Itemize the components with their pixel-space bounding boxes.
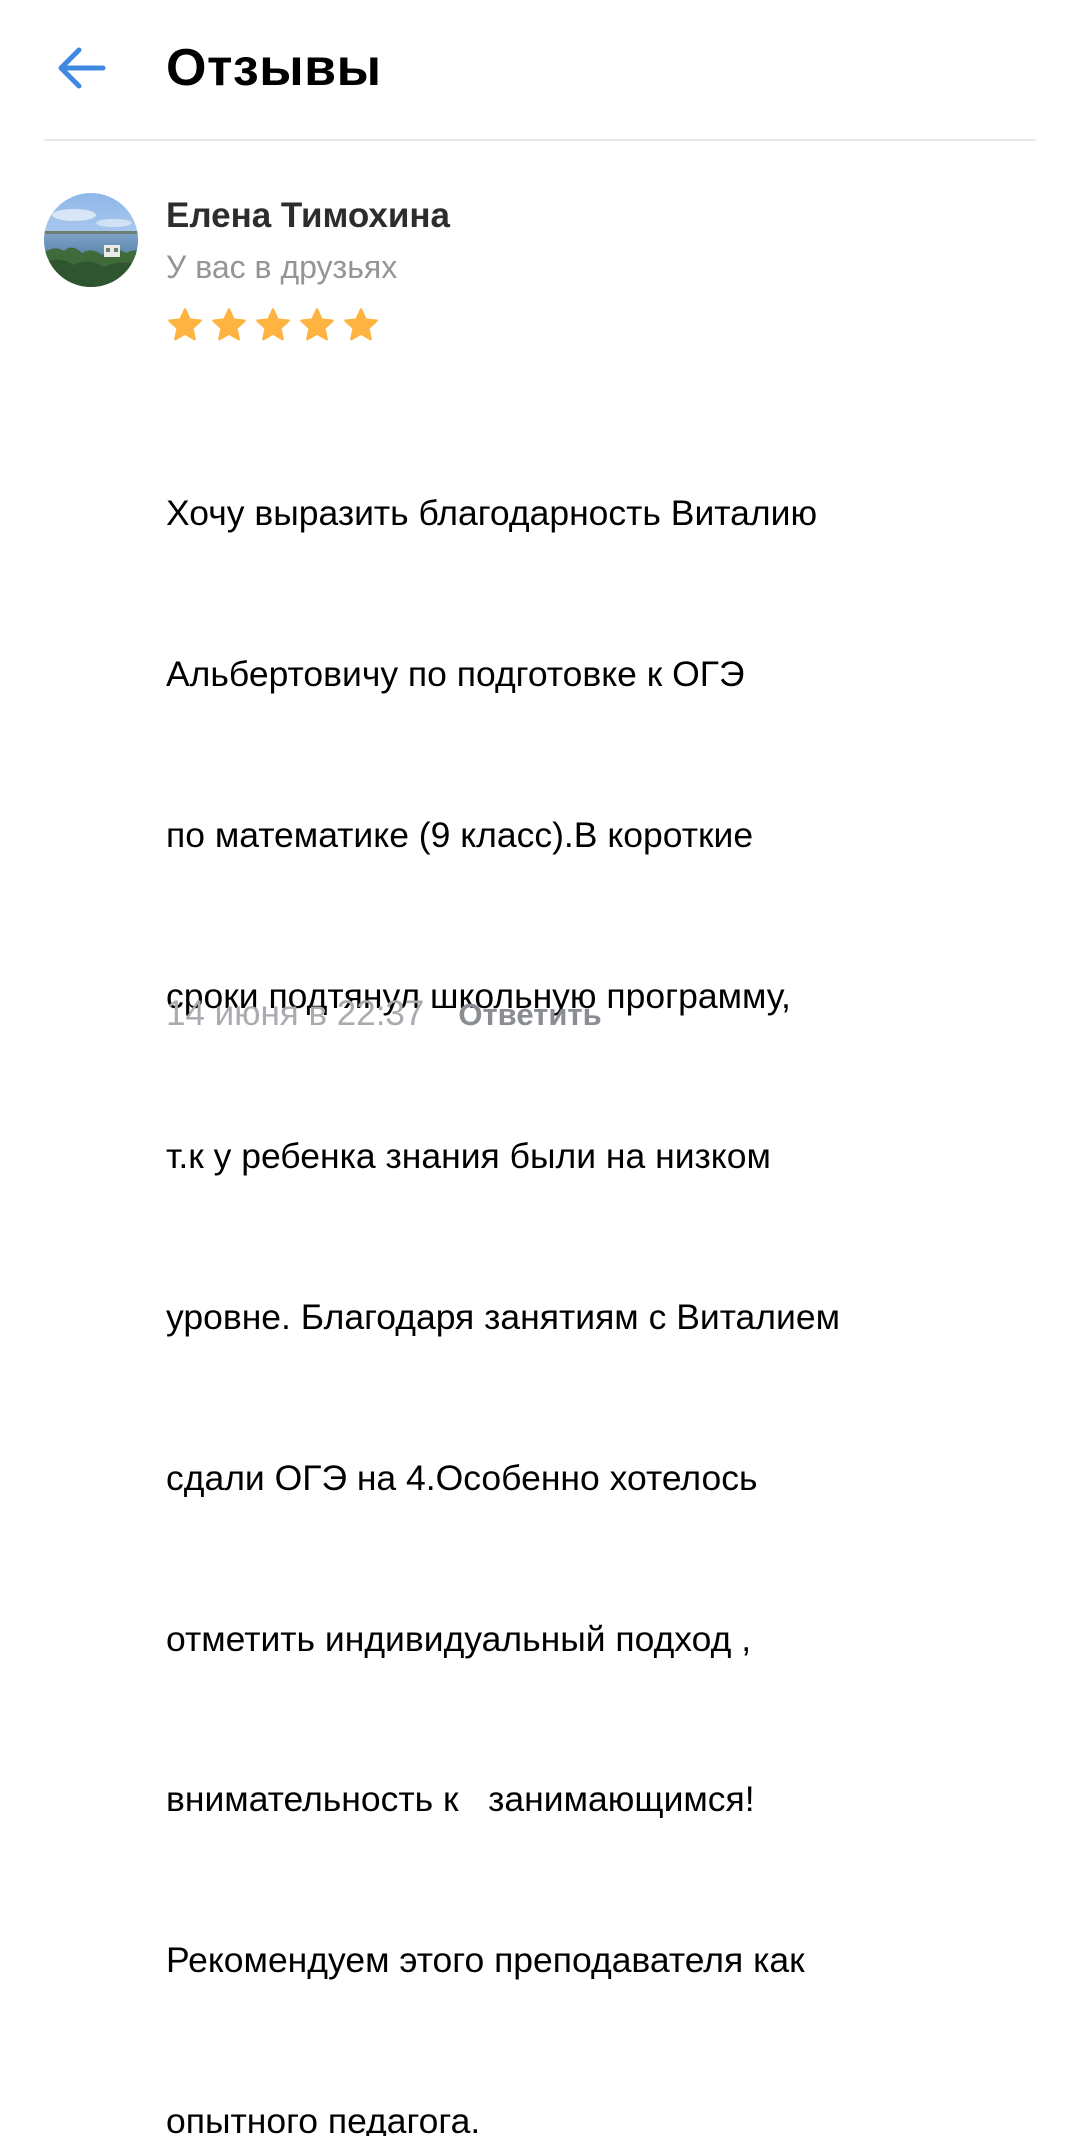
review-line: Рекомендуем этого преподавателя как: [166, 1940, 805, 1981]
review-line: уровне. Благодаря занятиям с Виталием: [166, 1297, 840, 1338]
review-footer: 14 июня в 22:37 Ответить: [166, 990, 602, 1039]
avatar[interactable]: [44, 193, 138, 287]
page-title: Отзывы: [166, 39, 382, 97]
star-icon: [300, 308, 334, 341]
star-icon: [344, 308, 378, 341]
star-icon: [168, 308, 202, 341]
friend-status: У вас в друзьях: [166, 249, 398, 285]
back-button[interactable]: [48, 36, 114, 100]
review-line: Альбертовичу по подготовке к ОГЭ: [166, 653, 745, 694]
review-line: по математике (9 класс).В короткие: [166, 814, 754, 855]
review-line: т.к у ребенка знания были на низком: [166, 1136, 771, 1177]
header-bar: Отзывы: [0, 0, 1080, 140]
header-divider: [44, 139, 1036, 141]
review-line: опытного педагога.: [166, 2101, 481, 2136]
review-text: Хочу выразить благодарность Виталию Альб…: [166, 380, 1026, 2136]
star-icon: [256, 308, 290, 341]
review-line: внимательность к занимающимся!: [166, 1779, 755, 1820]
review-line: отметить индивидуальный подход ,: [166, 1618, 752, 1659]
author-name[interactable]: Елена Тимохина: [166, 194, 450, 238]
avatar-photo: [44, 193, 138, 287]
arrow-left-icon: [58, 47, 106, 89]
reply-button[interactable]: Ответить: [458, 991, 601, 1039]
review-line: Хочу выразить благодарность Виталию: [166, 493, 818, 534]
review-line: сдали ОГЭ на 4.Особенно хотелось: [166, 1457, 758, 1498]
star-rating: [166, 306, 380, 344]
star-icon: [212, 308, 246, 341]
review-date: 14 июня в 22:37: [166, 994, 425, 1033]
